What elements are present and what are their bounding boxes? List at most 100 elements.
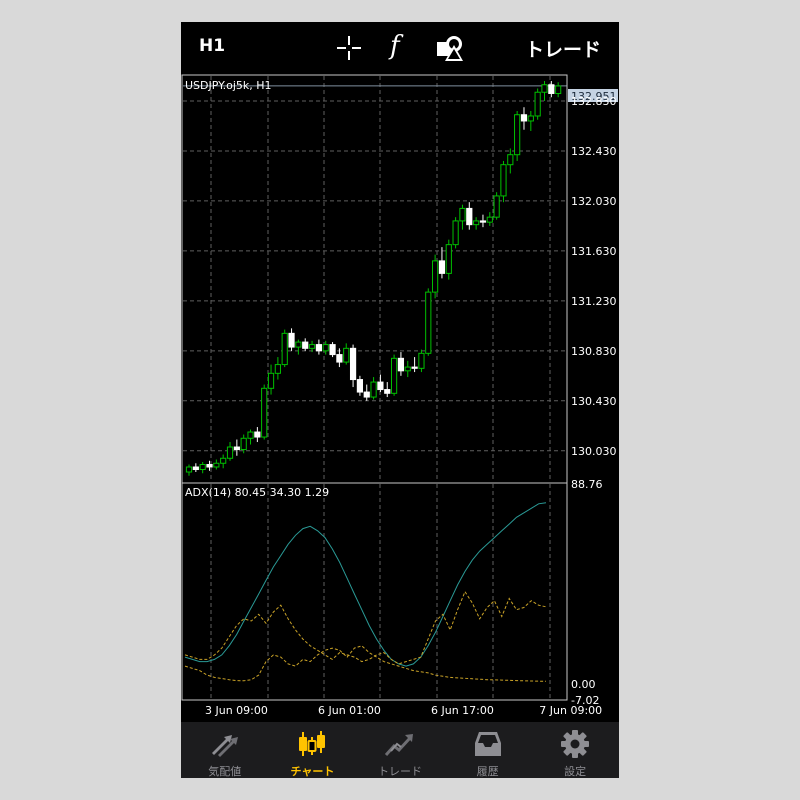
price-axis-label: 130.430	[571, 395, 617, 408]
candle-body	[548, 84, 555, 94]
nav-quotes-label: 気配値	[208, 765, 242, 778]
candle-body	[213, 462, 220, 468]
candle-body	[534, 91, 541, 117]
time-axis-label: 3 Jun 09:00	[205, 704, 268, 717]
candle-body	[370, 381, 377, 398]
symbol-label: USDJPY.oj5k, H1	[185, 79, 272, 92]
candle-body	[220, 457, 227, 464]
candle-body	[520, 114, 528, 122]
timeframe-button[interactable]: H1	[199, 36, 225, 56]
trade-button[interactable]: トレード	[525, 35, 601, 62]
price-axis: 132.830 132.430 132.030 131.630 131.230 130.8…	[571, 95, 617, 458]
candle-body	[445, 244, 452, 274]
candle-body	[308, 344, 316, 349]
time-axis: 3 Jun 09:00 6 Jun 01:00 6 Jun 17:00 7 Jun 0…	[205, 704, 602, 717]
price-axis-label: 130.030	[571, 445, 617, 458]
candle-body	[459, 207, 466, 222]
top-toolbar: H1 f トレード	[181, 22, 619, 74]
price-axis-label: 131.630	[571, 245, 617, 258]
candle-body	[418, 352, 425, 369]
price-axis-label: 132.030	[571, 195, 617, 208]
price-axis-label: 130.830	[571, 345, 617, 358]
candle-body	[233, 446, 240, 451]
shapes-icon[interactable]	[435, 34, 465, 64]
candle-body	[473, 220, 480, 226]
adx-label: ADX(14) 80.45 34.30 1.29	[185, 486, 329, 499]
candle-body	[349, 347, 357, 381]
candle-body	[479, 220, 487, 223]
adx-series-adx	[184, 502, 547, 667]
candle-body	[254, 431, 261, 438]
price-chart[interactable]: USDJPY.oj5k, H1 ADX(14) 80.45 34.30 1.29…	[181, 74, 619, 720]
trade-icon	[384, 734, 413, 756]
adx-series-plusminus-di	[184, 590, 547, 665]
history-inbox-icon	[474, 732, 501, 756]
chart-candles-icon	[299, 731, 326, 756]
candle-body	[541, 84, 548, 93]
nav-history-label: 履歴	[476, 765, 499, 778]
candle-body	[363, 391, 370, 398]
candle-body	[432, 260, 439, 293]
candle-body	[288, 332, 295, 348]
candle-body	[377, 381, 384, 391]
quotes-icon	[211, 735, 238, 757]
candle-body	[295, 341, 302, 348]
price-axis-label: 132.430	[571, 145, 617, 158]
candle-body	[514, 114, 521, 156]
candle-body	[226, 446, 234, 459]
gear-icon	[561, 730, 590, 758]
adx-axis: 88.760.00-7.02	[571, 478, 603, 707]
candle-body	[274, 364, 281, 374]
time-axis-label: 6 Jun 17:00	[431, 704, 494, 717]
candle-body	[466, 207, 473, 226]
candle-body	[507, 154, 514, 166]
chart-area[interactable]: USDJPY.oj5k, H1 ADX(14) 80.45 34.30 1.29…	[181, 74, 619, 720]
candle-body	[267, 372, 275, 389]
candle-body	[555, 85, 562, 94]
candle-body	[384, 389, 391, 394]
candle-body	[240, 437, 247, 451]
function-icon[interactable]: f	[390, 31, 400, 61]
nav-settings-label: 設定	[564, 765, 587, 778]
candle-body	[206, 464, 213, 468]
candle-body	[281, 332, 288, 366]
price-axis-label: 132.830	[571, 95, 617, 108]
candle-body	[322, 344, 329, 352]
candle-body	[438, 260, 446, 274]
nav-quotes[interactable]: 気配値	[181, 722, 269, 778]
candle-body	[411, 366, 418, 369]
bottom-navigation: 気配値 チャート トレード 履歴 設定	[181, 722, 619, 778]
adx-series-minus-di	[184, 645, 547, 682]
candle-body	[247, 431, 254, 439]
nav-trade[interactable]: トレード	[356, 722, 444, 778]
mobile-app-screen: H1 f トレード USDJPY.oj5k, H1 ADX(14) 80.45 …	[181, 22, 619, 778]
candle-body	[343, 347, 350, 363]
candle-body	[329, 344, 336, 356]
candle-body	[390, 357, 398, 394]
candle-body	[192, 466, 199, 471]
candle-body	[336, 354, 343, 363]
candle-body	[315, 344, 322, 352]
price-axis-label: 131.230	[571, 295, 617, 308]
candle-body	[486, 216, 493, 223]
nav-chart[interactable]: チャート	[269, 722, 357, 778]
candle-body	[261, 387, 268, 438]
nav-history[interactable]: 履歴	[444, 722, 532, 778]
crosshair-icon[interactable]	[336, 35, 362, 61]
time-axis-label: 6 Jun 01:00	[318, 704, 381, 717]
candle-body	[302, 341, 309, 349]
nav-chart-label: チャート	[290, 765, 335, 778]
nav-settings[interactable]: 設定	[531, 722, 619, 778]
adx-axis-label: 88.76	[571, 478, 603, 491]
candle-body	[404, 366, 411, 372]
adx-axis-label: 0.00	[571, 678, 596, 691]
candle-body	[397, 357, 405, 372]
candle-body	[185, 466, 193, 473]
candle-body	[425, 291, 432, 354]
candle-body	[527, 115, 534, 122]
nav-trade-label: トレード	[377, 765, 422, 778]
candle-body	[493, 195, 500, 218]
candle-body	[199, 464, 206, 471]
candle-body	[500, 164, 507, 197]
adx-indicator	[184, 502, 547, 682]
